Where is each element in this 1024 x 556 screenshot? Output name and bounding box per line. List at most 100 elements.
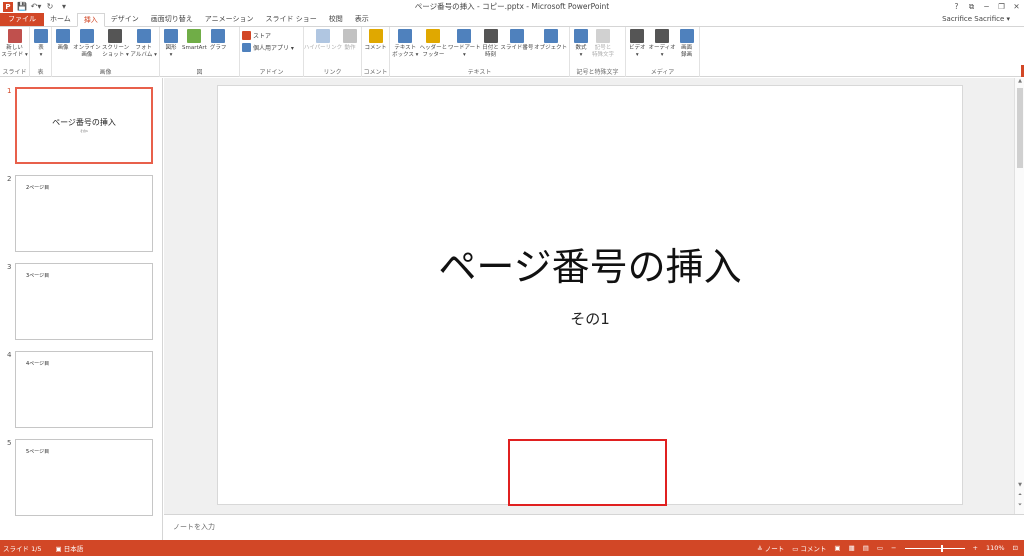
ribbon-button-label: スクリーン ショット ▾: [101, 45, 130, 58]
tab-view[interactable]: 表示: [349, 13, 375, 26]
zoom-slider[interactable]: [904, 544, 965, 552]
ribbon-button-icon: [655, 29, 670, 43]
ribbon-button-icon: [187, 29, 202, 43]
ribbon-group-label: コメント: [363, 69, 388, 76]
minimize-button[interactable]: ─: [979, 0, 994, 13]
slide-number: 5: [7, 439, 12, 447]
ribbon-button-label: フォト アルバム ▾: [130, 45, 157, 58]
ribbon-button-label: コメント: [364, 45, 387, 51]
zoom-in-icon[interactable]: +: [973, 544, 978, 552]
slide-number: 2: [7, 175, 12, 183]
save-icon[interactable]: 💾: [17, 2, 27, 12]
customize-qat-icon[interactable]: ▾: [59, 2, 69, 12]
zoom-slider-knob[interactable]: [940, 544, 943, 552]
ribbon-button-label: オブジェクト: [534, 45, 568, 51]
ribbon-group-label: 図: [196, 69, 203, 76]
tab-home[interactable]: ホーム: [44, 13, 77, 26]
ribbon-group-7: テキスト ボックス ▾ ヘッダーと フッター ワードアート ▾ 日付と 時刻 スライド番号 オブジ…: [390, 27, 570, 77]
scroll-down-icon[interactable]: ▼: [1015, 482, 1024, 488]
ribbon-button-icon: [457, 29, 472, 43]
quick-access-toolbar: P 💾 ↶▾ ↻ ▾: [0, 0, 69, 13]
zoom-level[interactable]: 110%: [986, 544, 1005, 552]
maximize-button[interactable]: ❐: [994, 0, 1009, 13]
next-slide-icon[interactable]: ⏷: [1015, 502, 1024, 508]
ribbon-button-icon: [368, 29, 383, 43]
ribbon-group-1: 表 ▾ 表: [30, 27, 52, 77]
thumbnail-body: 5ページ目: [26, 449, 50, 455]
slide-counter: スライド 1/5: [3, 545, 42, 553]
user-account[interactable]: Sacrifice Sacrifice ▾: [942, 15, 1010, 23]
reading-view-icon[interactable]: ▤: [863, 544, 869, 552]
ribbon-button-label: 動作: [344, 45, 356, 51]
ribbon-small-button-0[interactable]: ストア: [242, 31, 294, 40]
ribbon-button-label: ハイパーリンク: [303, 45, 343, 51]
slide-number: 1: [7, 87, 12, 95]
ribbon-group-label: 表: [37, 69, 44, 76]
tab-slideshow[interactable]: スライド ショー: [260, 13, 323, 26]
ribbon-button-label: 記号と 特殊文字: [592, 45, 615, 58]
tab-file[interactable]: ファイル: [0, 13, 44, 26]
fit-slide-icon[interactable]: ⊡: [1013, 544, 1018, 552]
slide-number: 3: [7, 263, 12, 271]
current-slide[interactable]: ページ番号の挿入 その1: [217, 85, 963, 506]
slide-editing-area: ページ番号の挿入 その1: [164, 78, 1014, 514]
ribbon-button-icon: [211, 29, 226, 43]
ribbon-button-label: 新しい スライド ▾: [1, 45, 28, 58]
ribbon-button-icon: [316, 29, 330, 43]
tab-animations[interactable]: アニメーション: [199, 13, 260, 26]
zoom-out-icon[interactable]: −: [891, 544, 896, 552]
tab-insert[interactable]: 挿入: [76, 13, 105, 27]
ribbon-button-icon: [56, 29, 70, 43]
ribbon-small-icon: [242, 43, 251, 52]
powerpoint-logo-icon[interactable]: P: [3, 1, 13, 12]
ribbon-button-label: オンライン 画像: [73, 45, 101, 58]
notes-placeholder: ノートを入力: [173, 523, 215, 531]
slide-thumbnail-5[interactable]: 5ページ目: [15, 439, 153, 516]
ribbon-button-label: スライド番号: [500, 45, 534, 51]
slide-thumbnail-2[interactable]: 2ページ目: [15, 175, 153, 252]
thumbnail-body: 3ページ目: [26, 273, 50, 279]
ribbon-button-icon: [136, 29, 151, 43]
ribbon-button-label: 図形 ▾: [165, 45, 177, 58]
slide-thumbnail-1[interactable]: ページ番号の挿入 その1: [15, 87, 153, 164]
ribbon-button-icon: [574, 29, 588, 43]
ribbon-small-button-1[interactable]: 個人用アプリ ▾: [242, 43, 294, 52]
ribbon-small-label: 個人用アプリ ▾: [253, 45, 294, 52]
redo-icon[interactable]: ↻: [45, 2, 55, 12]
normal-view-icon[interactable]: ▣: [834, 544, 840, 552]
help-icon[interactable]: ?: [949, 0, 964, 13]
close-button[interactable]: ✕: [1009, 0, 1024, 13]
ribbon-group-0: 新しい スライド ▾ スライド: [0, 27, 30, 77]
tab-transitions[interactable]: 画面切り替え: [145, 13, 199, 26]
language-indicator[interactable]: ▣ 日本語: [56, 543, 84, 553]
slide-sorter-view-icon[interactable]: ▦: [849, 544, 855, 552]
tab-review[interactable]: 校閲: [323, 13, 349, 26]
ribbon-button-label: グラフ: [209, 45, 227, 51]
prev-slide-icon[interactable]: ⏶: [1015, 492, 1024, 498]
slideshow-view-icon[interactable]: ▭: [877, 544, 883, 552]
comments-toggle-button[interactable]: ▭ コメント: [792, 543, 826, 553]
slide-number: 4: [7, 351, 12, 359]
ribbon-button-icon: [509, 29, 524, 43]
slide-thumbnail-pane[interactable]: 1 ページ番号の挿入 その1 2 2ページ目 3 3ページ目 4 4ページ目 5 5ページ目: [0, 78, 163, 540]
spelling-icon: ▣: [55, 545, 64, 553]
notes-pane[interactable]: ノートを入力: [164, 514, 1024, 540]
ribbon-button-label: テキスト ボックス ▾: [392, 45, 419, 58]
notes-toggle-button[interactable]: ≜ ノート: [757, 543, 784, 553]
slide-thumbnail-4[interactable]: 4ページ目: [15, 351, 153, 428]
ribbon-button-label: 画像: [57, 45, 69, 51]
vertical-scrollbar[interactable]: ▲ ▼ ⏶ ⏷: [1014, 78, 1024, 514]
slide-subtitle-placeholder[interactable]: その1: [218, 308, 962, 329]
scrollbar-thumb[interactable]: [1017, 88, 1023, 168]
ribbon-button-icon: [79, 29, 94, 43]
tab-design[interactable]: デザイン: [105, 13, 145, 26]
scroll-up-icon[interactable]: ▲: [1015, 78, 1024, 84]
ribbon-button-icon: [596, 29, 610, 43]
ribbon-button-label: SmartArt: [182, 45, 207, 51]
ribbon-group-6: コメント コメント: [362, 27, 390, 77]
undo-icon[interactable]: ↶▾: [31, 2, 42, 12]
ribbon-group-3: 図形 ▾ SmartArt グラフ図: [160, 27, 240, 77]
slide-thumbnail-3[interactable]: 3ページ目: [15, 263, 153, 340]
slide-title-placeholder[interactable]: ページ番号の挿入: [218, 236, 962, 291]
ribbon-display-icon[interactable]: ⧉: [964, 0, 979, 13]
